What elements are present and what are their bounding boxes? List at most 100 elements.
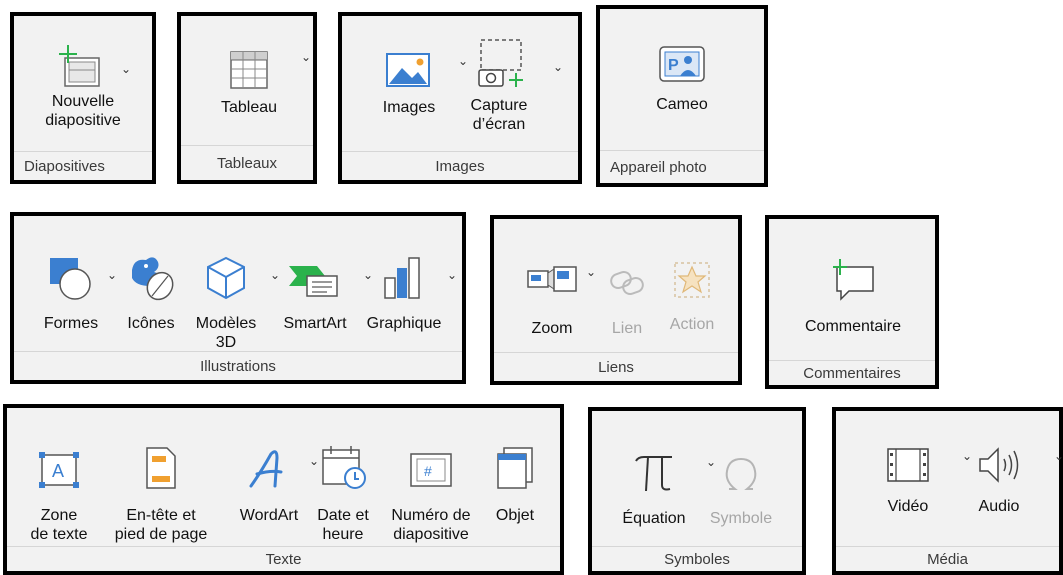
link-label: Lien [611, 320, 643, 337]
group-title: Texte [7, 546, 560, 571]
images-label: Images [382, 99, 436, 116]
slide-number-icon: # [408, 438, 454, 490]
slide-number-button[interactable]: # Numéro de diapositive [381, 438, 481, 544]
shapes-icon: ⌄ [47, 240, 117, 302]
wordart-button[interactable]: ⌄ WordArt [229, 438, 319, 525]
group-commentaires: Commentaire Commentaires [765, 215, 939, 389]
calendar-clock-icon [319, 438, 367, 490]
header-footer-button[interactable]: En-tête et pied de page [103, 438, 219, 544]
group-title: Images [342, 151, 578, 180]
date-time-label: Date et heure [317, 507, 369, 543]
object-icon [494, 438, 536, 490]
date-time-button[interactable]: Date et heure [309, 438, 377, 544]
screenshot-button[interactable]: ⌄ Capture d’écran [454, 34, 563, 134]
equation-label: Équation [622, 510, 686, 527]
action-label: Action [669, 316, 715, 333]
action-button[interactable]: Action [658, 245, 726, 334]
smartart-icon: ⌄ [287, 240, 373, 302]
pi-icon: ⌄ [632, 437, 716, 493]
header-footer-icon [143, 438, 179, 490]
chevron-down-icon[interactable]: ⌄ [301, 48, 311, 67]
group-title: Liens [494, 352, 738, 381]
new-slide-label: Nouvelle diapositive [45, 93, 121, 129]
group-appareil-photo: P Cameo Appareil photo [596, 5, 768, 187]
screenshot-label: Capture d’écran [470, 97, 528, 133]
svg-text:#: # [424, 463, 432, 479]
3d-models-label: Modèles 3D [195, 315, 257, 351]
group-title: Diapositives [14, 151, 152, 180]
icons-label: Icônes [127, 315, 175, 332]
group-texte: A Zone de texte En-tête et pied de page … [3, 404, 564, 575]
table-icon: ⌄ [227, 36, 311, 92]
chart-label: Graphique [366, 315, 442, 332]
symbol-label: Symbole [709, 510, 773, 527]
slide-number-label: Numéro de diapositive [391, 507, 471, 543]
new-slide-button[interactable]: ⌄ Nouvelle diapositive [28, 36, 138, 130]
video-label: Vidéo [887, 498, 929, 515]
comment-button[interactable]: Commentaire [783, 247, 923, 336]
link-icon [607, 245, 647, 301]
group-illustrations: ⌄ Formes Icônes ⌄ Modèles 3D ⌄ SmartArt … [10, 212, 466, 384]
icons-button[interactable]: Icônes [116, 240, 186, 333]
group-title: Commentaires [769, 360, 935, 385]
chart-button[interactable]: ⌄ Graphique [360, 240, 457, 333]
symbol-button[interactable]: Symbole [700, 437, 782, 528]
header-footer-label: En-tête et pied de page [114, 507, 208, 543]
speaker-icon: ⌄ [976, 433, 1063, 485]
svg-text:P: P [668, 57, 679, 74]
textbox-label: Zone de texte [30, 507, 88, 543]
group-diapositives: ⌄ Nouvelle diapositive Diapositives [10, 12, 156, 184]
smartart-button[interactable]: ⌄ SmartArt [270, 240, 373, 333]
wordart-label: WordArt [239, 507, 299, 524]
wordart-icon: ⌄ [247, 438, 319, 490]
group-title: Symboles [592, 546, 802, 571]
3d-models-button[interactable]: ⌄ Modèles 3D [186, 240, 280, 352]
picture-icon: ⌄ [384, 36, 468, 92]
group-liens: ⌄ Zoom Lien Action Liens [490, 215, 742, 385]
shapes-button[interactable]: ⌄ Formes [36, 240, 117, 333]
group-media: ⌄ Vidéo ⌄ Audio Média [832, 407, 1063, 575]
bar-chart-icon: ⌄ [381, 240, 457, 302]
group-images: ⌄ Images ⌄ Capture d’écran Images [338, 12, 582, 184]
object-button[interactable]: Objet [483, 438, 547, 525]
chevron-down-icon[interactable]: ⌄ [447, 266, 457, 285]
table-label: Tableau [220, 99, 278, 116]
table-button[interactable]: ⌄ Tableau [199, 36, 311, 117]
chevron-down-icon[interactable]: ⌄ [553, 58, 563, 77]
group-title: Tableaux [181, 145, 313, 180]
zoom-label: Zoom [531, 320, 573, 337]
chevron-down-icon[interactable]: ⌄ [586, 263, 596, 282]
star-action-icon [671, 245, 713, 301]
icons-icon [124, 240, 178, 302]
group-title: Appareil photo [600, 150, 764, 183]
chevron-down-icon[interactable]: ⌄ [1054, 447, 1063, 466]
cameo-icon: P [654, 31, 710, 87]
screenshot-icon: ⌄ [473, 34, 563, 92]
smartart-label: SmartArt [283, 315, 347, 332]
group-tableaux: ⌄ Tableau Tableaux [177, 12, 317, 184]
cameo-button[interactable]: P Cameo [636, 31, 728, 114]
group-symboles: ⌄ Équation Symbole Symboles [588, 407, 806, 575]
comment-icon [827, 247, 879, 305]
video-button[interactable]: ⌄ Vidéo [862, 433, 972, 516]
audio-label: Audio [978, 498, 1020, 515]
new-slide-icon: ⌄ [55, 36, 131, 92]
film-icon: ⌄ [884, 433, 972, 485]
comment-label: Commentaire [804, 318, 902, 335]
audio-button[interactable]: ⌄ Audio [956, 433, 1063, 516]
images-button[interactable]: ⌄ Images [364, 36, 468, 117]
zoom-icon: ⌄ [526, 245, 596, 301]
shapes-label: Formes [43, 315, 99, 332]
cameo-label: Cameo [656, 96, 708, 113]
group-title: Illustrations [14, 351, 462, 380]
equation-button[interactable]: ⌄ Équation [608, 437, 716, 528]
omega-icon [721, 437, 761, 493]
textbox-button[interactable]: A Zone de texte [21, 438, 97, 544]
chevron-down-icon[interactable]: ⌄ [121, 60, 131, 79]
group-title: Média [836, 546, 1059, 571]
object-label: Objet [495, 507, 535, 524]
svg-text:A: A [52, 461, 64, 481]
textbox-icon: A [37, 438, 81, 490]
link-button[interactable]: Lien [598, 245, 656, 338]
zoom-button[interactable]: ⌄ Zoom [516, 245, 596, 338]
